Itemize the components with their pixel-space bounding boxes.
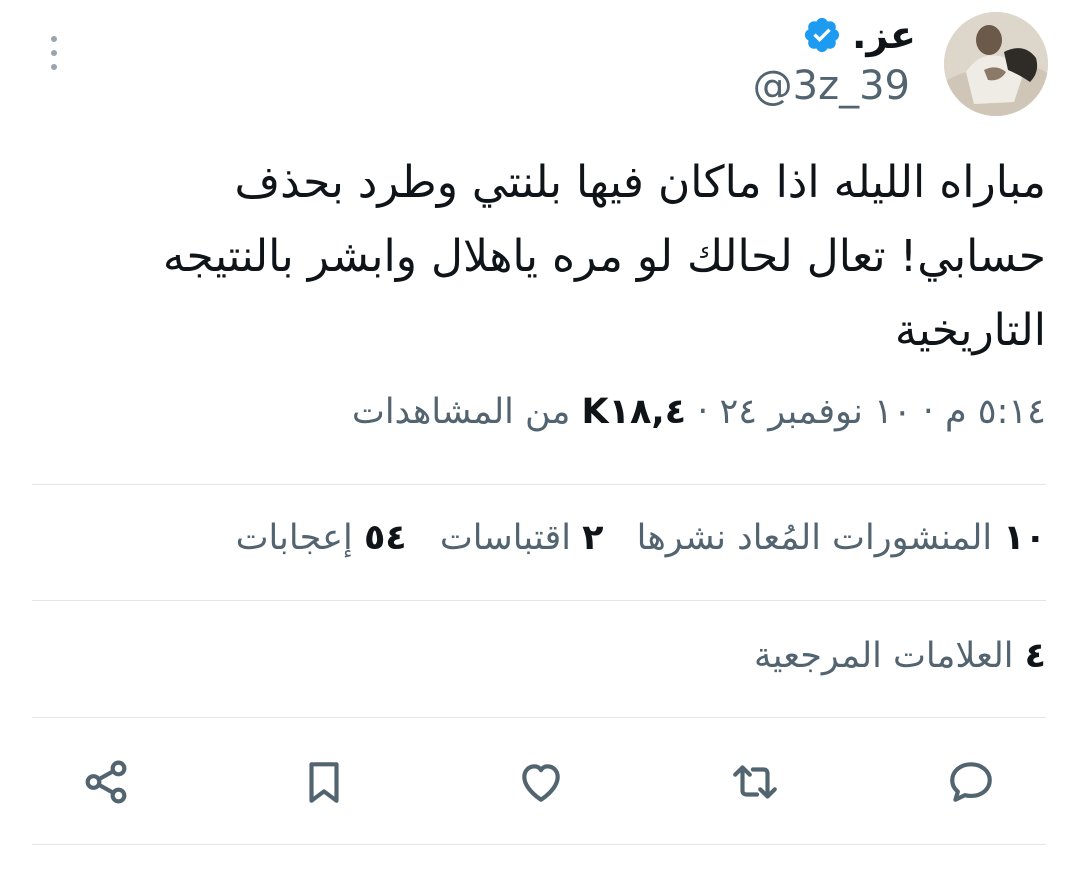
meta-separator: ·: [697, 392, 709, 432]
bookmarks-label: العلامات المرجعية: [754, 636, 1014, 676]
divider: [32, 844, 1046, 845]
share-button[interactable]: [80, 756, 132, 808]
tweet-text: مباراه الليله اذا ماكان فيها بلنتي وطرد …: [162, 157, 1046, 356]
bookmarks-stat[interactable]: ٤ العلامات المرجعية: [754, 634, 1046, 680]
quotes-count: ٢: [582, 518, 604, 558]
avatar-image: [944, 12, 1048, 116]
retweet-icon: [733, 765, 777, 799]
retweet-button[interactable]: [729, 756, 781, 808]
divider: [32, 717, 1046, 718]
speech-bubble-icon: [950, 762, 992, 802]
engagement-stats: ١٠ المنشورات المُعاد نشرها ٢ اقتباسات ٥٤…: [214, 516, 1046, 562]
author-display-name[interactable]: عز.: [852, 16, 916, 54]
reposts-count: ١٠: [1003, 518, 1046, 558]
more-vertical-icon: [51, 36, 57, 70]
quotes-stat[interactable]: ٢ اقتباسات: [429, 518, 604, 558]
views-count: K١٨,٤: [581, 392, 687, 432]
divider: [32, 600, 1046, 601]
avatar[interactable]: [944, 12, 1048, 116]
reposts-label: المنشورات المُعاد نشرها: [636, 518, 993, 558]
like-button[interactable]: [515, 756, 567, 808]
divider: [32, 484, 1046, 485]
reply-button[interactable]: [945, 756, 997, 808]
heart-icon: [522, 764, 560, 802]
bookmarks-count: ٤: [1024, 636, 1046, 676]
likes-label: إعجابات: [235, 518, 353, 558]
quotes-label: اقتباسات: [439, 518, 571, 558]
reposts-stat[interactable]: ١٠ المنشورات المُعاد نشرها: [626, 518, 1046, 558]
share-icon: [85, 760, 127, 804]
author-handle[interactable]: @3z_39: [753, 62, 910, 110]
author-name-row[interactable]: عز.: [802, 8, 916, 62]
bookmark-button[interactable]: [298, 756, 350, 808]
bookmark-icon: [309, 762, 339, 803]
verified-badge-icon: [804, 17, 840, 53]
tweet-meta: ٥:١٤ م · ١٠ نوفمبر ٢٤ · K١٨,٤ من المشاهد…: [352, 390, 1046, 436]
views-label: من المشاهدات: [351, 392, 571, 432]
tweet-datetime[interactable]: ٥:١٤ م · ١٠ نوفمبر ٢٤: [719, 392, 1046, 432]
likes-stat[interactable]: ٥٤ إعجابات: [236, 518, 407, 558]
likes-count: ٥٤: [363, 518, 407, 558]
more-options-button[interactable]: [44, 34, 64, 74]
